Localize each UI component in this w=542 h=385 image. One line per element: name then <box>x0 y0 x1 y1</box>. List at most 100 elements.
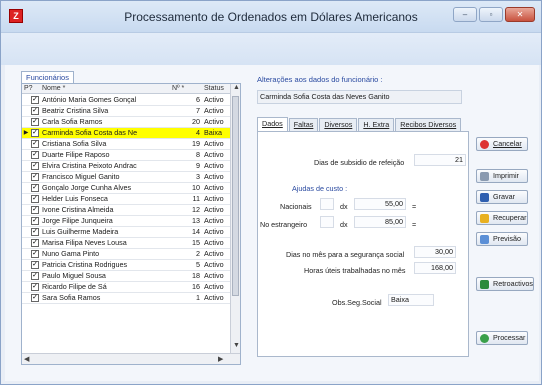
row-number: 16 <box>192 282 200 291</box>
row-checkbox[interactable]: ✓ <box>31 195 39 203</box>
obs-label: Obs.Seg.Social <box>332 298 382 307</box>
tab-dados[interactable]: Dados <box>257 117 288 131</box>
table-row[interactable]: ▶ ✓ Carminda Sofia Costa das Ne 4 Baixa <box>22 128 230 139</box>
col-header-p[interactable]: P? <box>24 85 33 92</box>
row-number: 12 <box>192 205 200 214</box>
row-checkbox[interactable]: ✓ <box>31 140 39 148</box>
obs-input[interactable]: Baixa <box>388 294 434 306</box>
row-name: Paulo Miguel Sousa <box>42 271 106 280</box>
row-number: 7 <box>196 106 200 115</box>
row-checkbox[interactable]: ✓ <box>31 239 39 247</box>
row-checkbox[interactable]: ✓ <box>31 250 39 258</box>
table-row[interactable]: ✓ Helder Luis Fonseca 11 Activo <box>22 194 230 205</box>
table-row[interactable]: ✓ Ricardo Filipe de Sá 16 Activo <box>22 282 230 293</box>
scroll-thumb[interactable] <box>232 96 239 296</box>
table-row[interactable]: ✓ Nuno Gama Pinto 2 Activo <box>22 249 230 260</box>
row-status: Activo <box>204 260 224 269</box>
col-header-name[interactable]: Nome * <box>42 85 65 92</box>
row-number: 9 <box>196 161 200 170</box>
employees-grid[interactable]: P? Nome * Nº * Status ✓ António Maria Gom… <box>21 83 241 365</box>
row-checkbox[interactable]: ✓ <box>31 283 39 291</box>
table-row[interactable]: ✓ Cristiana Sofia Silva 19 Activo <box>22 139 230 150</box>
save-button[interactable]: Gravar <box>476 190 528 204</box>
subsidio-input[interactable]: 21 <box>414 154 466 166</box>
row-status: Baixa <box>204 128 222 137</box>
process-icon <box>480 334 489 343</box>
row-checkbox[interactable]: ✓ <box>31 206 39 214</box>
row-checkbox[interactable]: ✓ <box>31 294 39 302</box>
table-row[interactable]: ✓ Sara Sofia Ramos 1 Activo <box>22 293 230 304</box>
row-name: Duarte Filipe Raposo <box>42 150 110 159</box>
nacionais-days-input[interactable] <box>320 198 334 210</box>
row-name: Jorge Filipe Junqueira <box>42 216 113 225</box>
row-checkbox[interactable]: ✓ <box>31 151 39 159</box>
table-row[interactable]: ✓ Francisco Miguel Ganito 3 Activo <box>22 172 230 183</box>
tab-faltas[interactable]: Faltas <box>288 118 319 131</box>
row-checkbox[interactable]: ✓ <box>31 217 39 225</box>
recover-icon <box>480 214 489 223</box>
row-checkbox[interactable]: ✓ <box>31 173 39 181</box>
seg-social-input[interactable]: 30,00 <box>414 246 456 258</box>
table-row[interactable]: ✓ Jorge Filipe Junqueira 13 Activo <box>22 216 230 227</box>
scroll-down-icon[interactable]: ▼ <box>233 342 240 349</box>
tab-diversos[interactable]: Diversos <box>319 118 358 131</box>
row-checkbox[interactable]: ✓ <box>31 107 39 115</box>
row-checkbox[interactable]: ✓ <box>31 228 39 236</box>
table-row[interactable]: ✓ Paulo Miguel Sousa 18 Activo <box>22 271 230 282</box>
col-header-number[interactable]: Nº * <box>172 85 184 92</box>
row-checkbox[interactable]: ✓ <box>31 96 39 104</box>
table-row[interactable]: ✓ Carla Sofia Ramos 20 Activo <box>22 117 230 128</box>
maximize-button[interactable]: ▫ <box>479 7 503 22</box>
nacionais-mult: dx <box>340 202 348 211</box>
tab-h-extra[interactable]: H. Extra <box>358 118 395 131</box>
cancel-button[interactable]: Cancelar <box>476 137 528 151</box>
row-checkbox[interactable]: ✓ <box>31 129 39 137</box>
row-name: Ivone Cristina Almeida <box>42 205 114 214</box>
scroll-left-icon[interactable]: ◀ <box>24 355 29 363</box>
print-button[interactable]: Imprimir <box>476 169 528 183</box>
row-number: 6 <box>196 95 200 104</box>
row-status: Activo <box>204 172 224 181</box>
recover-button[interactable]: Recuperar <box>476 211 528 225</box>
table-row[interactable]: ✓ Ivone Cristina Almeida 12 Activo <box>22 205 230 216</box>
table-row[interactable]: ✓ António Maria Gomes Gonçal 6 Activo <box>22 95 230 106</box>
table-row[interactable]: ✓ Beatriz Cristina Silva 7 Activo <box>22 106 230 117</box>
retroactive-button[interactable]: Retroactivos <box>476 277 534 291</box>
preview-button[interactable]: Previsão <box>476 232 528 246</box>
row-status: Activo <box>204 150 224 159</box>
estrangeiro-value-input[interactable]: 85,00 <box>354 216 406 228</box>
table-row[interactable]: ✓ Duarte Filipe Raposo 8 Activo <box>22 150 230 161</box>
horizontal-scrollbar[interactable]: ◀ ▶ <box>22 353 240 364</box>
cancel-icon <box>480 140 489 149</box>
row-checkbox[interactable]: ✓ <box>31 261 39 269</box>
row-checkbox[interactable]: ✓ <box>31 118 39 126</box>
tab-recibos-diversos[interactable]: Recibos Diversos <box>395 118 462 131</box>
table-row[interactable]: ✓ Elvira Cristina Peixoto Andrac 9 Activo <box>22 161 230 172</box>
row-status: Activo <box>204 106 224 115</box>
row-status: Activo <box>204 183 224 192</box>
cancel-button-label: Cancelar <box>493 139 522 148</box>
table-row[interactable]: ✓ Marisa Filipa Neves Lousa 15 Activo <box>22 238 230 249</box>
estrangeiro-days-input[interactable] <box>320 216 334 228</box>
row-name: Cristiana Sofia Silva <box>42 139 107 148</box>
process-button[interactable]: Processar <box>476 331 528 345</box>
row-checkbox[interactable]: ✓ <box>31 162 39 170</box>
table-row[interactable]: ✓ Luis Guilherme Madeira 14 Activo <box>22 227 230 238</box>
row-name: Ricardo Filipe de Sá <box>42 282 107 291</box>
row-checkbox[interactable]: ✓ <box>31 184 39 192</box>
table-row[interactable]: ✓ Gonçalo Jorge Cunha Alves 10 Activo <box>22 183 230 194</box>
employees-tab[interactable]: Funcionários <box>21 71 74 83</box>
row-status: Activo <box>204 117 224 126</box>
scroll-right-icon[interactable]: ▶ <box>218 355 223 363</box>
nacionais-value-input[interactable]: 55,00 <box>354 198 406 210</box>
horas-input[interactable]: 168,00 <box>414 262 456 274</box>
row-checkbox[interactable]: ✓ <box>31 272 39 280</box>
table-row[interactable]: ✓ Patricia Cristina Rodrigues 5 Activo <box>22 260 230 271</box>
grid-header: P? Nome * Nº * Status <box>22 84 230 94</box>
scroll-up-icon[interactable]: ▲ <box>233 84 240 91</box>
close-button[interactable]: ✕ <box>505 7 535 22</box>
minimize-button[interactable]: – <box>453 7 477 22</box>
vertical-scrollbar[interactable]: ▲ ▼ <box>230 84 240 354</box>
row-name: Patricia Cristina Rodrigues <box>42 260 128 269</box>
col-header-status[interactable]: Status <box>204 85 224 92</box>
